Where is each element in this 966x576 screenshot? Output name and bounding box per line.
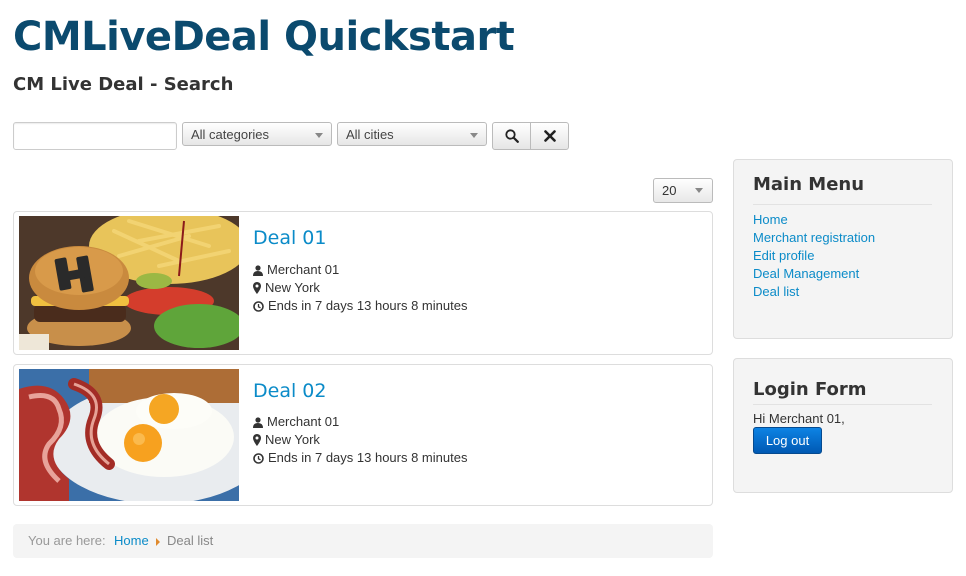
deal-card: Deal 02 Merchant 01 New York Ends in 7 d… (13, 364, 713, 506)
search-input[interactable] (13, 122, 177, 150)
login-form-title: Login Form (753, 379, 867, 400)
login-greeting: Hi Merchant 01, (753, 411, 845, 426)
clear-search-button[interactable] (530, 122, 569, 150)
deal-merchant-text: Merchant 01 (267, 414, 340, 429)
close-icon (543, 130, 556, 142)
divider (753, 204, 932, 205)
deal-image-eggs (19, 369, 239, 501)
deal-merchant: Merchant 01 (253, 261, 467, 279)
list-limit-value: 20 (662, 183, 677, 198)
map-marker-icon (253, 434, 261, 446)
chevron-down-icon (470, 133, 478, 138)
search-icon (504, 129, 519, 143)
menu-item-merchant-registration[interactable]: Merchant registration (753, 230, 875, 245)
clock-icon (253, 300, 264, 312)
main-menu-title: Main Menu (753, 174, 865, 195)
logout-button-label: Log out (765, 433, 810, 448)
deal-meta: Merchant 01 New York Ends in 7 days 13 h… (253, 261, 467, 315)
deal-image-link[interactable] (19, 216, 239, 350)
breadcrumb-divider-icon (156, 538, 160, 546)
deal-card: Deal 01 Merchant 01 New York Ends in 7 d… (13, 211, 713, 355)
user-icon (253, 416, 263, 428)
deal-expiry: Ends in 7 days 13 hours 8 minutes (253, 449, 467, 467)
deal-merchant: Merchant 01 (253, 413, 467, 431)
category-select[interactable]: All categories (182, 122, 332, 146)
deal-expiry-text: Ends in 7 days 13 hours 8 minutes (268, 450, 468, 465)
deal-location: New York (253, 279, 467, 297)
deal-merchant-text: Merchant 01 (267, 262, 340, 277)
list-limit-select[interactable]: 20 (653, 178, 713, 203)
menu-item-home[interactable]: Home (753, 212, 788, 227)
chevron-down-icon (695, 188, 703, 193)
site-title: CMLiveDeal Quickstart (13, 14, 515, 60)
deal-title-link[interactable]: Deal 02 (253, 380, 326, 402)
menu-item-edit-profile[interactable]: Edit profile (753, 248, 814, 263)
main-menu-panel: Main Menu Home Merchant registration Edi… (733, 159, 953, 339)
deal-location: New York (253, 431, 467, 449)
breadcrumb: You are here: Home Deal list (13, 524, 713, 558)
user-icon (253, 264, 263, 276)
menu-item-deal-management[interactable]: Deal Management (753, 266, 859, 281)
chevron-down-icon (315, 133, 323, 138)
deal-image-burger (19, 216, 239, 350)
deal-image-link[interactable] (19, 369, 239, 501)
deal-title-link[interactable]: Deal 01 (253, 227, 326, 249)
search-button[interactable] (492, 122, 531, 150)
city-select-value: All cities (346, 127, 394, 142)
login-form-panel: Login Form Hi Merchant 01, Log out (733, 358, 953, 493)
clock-icon (253, 452, 264, 464)
deal-expiry: Ends in 7 days 13 hours 8 minutes (253, 297, 467, 315)
deal-location-text: New York (265, 280, 320, 295)
deal-expiry-text: Ends in 7 days 13 hours 8 minutes (268, 298, 468, 313)
category-select-value: All categories (191, 127, 270, 142)
breadcrumb-label: You are here: (28, 533, 106, 548)
page-heading: CM Live Deal - Search (13, 74, 234, 95)
menu-item-deal-list[interactable]: Deal list (753, 284, 799, 299)
breadcrumb-home-link[interactable]: Home (114, 524, 149, 558)
deal-location-text: New York (265, 432, 320, 447)
map-marker-icon (253, 282, 261, 294)
breadcrumb-current: Deal list (167, 533, 214, 548)
city-select[interactable]: All cities (337, 122, 487, 146)
deal-meta: Merchant 01 New York Ends in 7 days 13 h… (253, 413, 467, 467)
logout-button[interactable]: Log out (753, 427, 822, 454)
divider (753, 404, 932, 405)
